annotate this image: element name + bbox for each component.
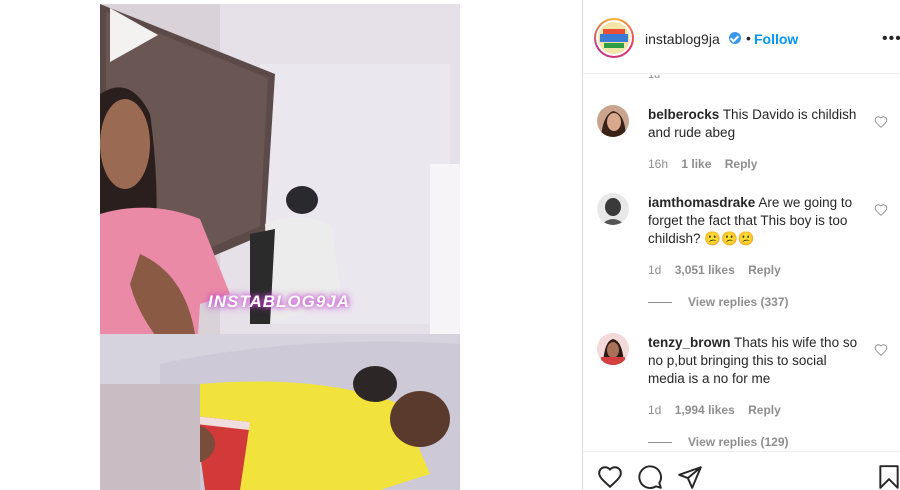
reply-button[interactable]: Reply	[725, 157, 758, 171]
comment-meta: 1d 1,994 likes Reply	[648, 403, 791, 417]
reply-button[interactable]: Reply	[748, 403, 781, 417]
view-replies-button[interactable]: View replies (129)	[648, 435, 789, 449]
heart-icon[interactable]	[597, 464, 623, 490]
bookmark-icon[interactable]	[876, 464, 900, 490]
follow-button[interactable]: Follow	[754, 31, 798, 47]
play-icon[interactable]	[100, 4, 162, 66]
comment-text: iamthomasdrake Are we going to forget th…	[648, 194, 863, 248]
comment-username[interactable]: belberocks	[648, 107, 719, 122]
avatar-ring	[596, 20, 632, 56]
comment-meta: 16h 1 like Reply	[648, 157, 767, 171]
view-replies-label: View replies (337)	[688, 295, 789, 309]
comment-icon[interactable]	[637, 464, 663, 490]
comment-username[interactable]: tenzy_brown	[648, 335, 731, 350]
profile-avatar[interactable]	[594, 18, 634, 58]
post-actions-bar	[583, 451, 900, 490]
video-watermark: INSTABLOG9JA	[208, 292, 351, 311]
comment-text: tenzy_brown Thats his wife tho so no p,b…	[648, 334, 863, 388]
comment-like-icon[interactable]	[874, 115, 888, 129]
comment-like-icon[interactable]	[874, 203, 888, 217]
logo-stripe-blue	[600, 34, 628, 42]
comment-time: 1d	[648, 263, 662, 277]
comment-time: 1d	[648, 403, 662, 417]
post-sidebar: instablog9ja • Follow ••• 1d belberocks …	[583, 0, 900, 490]
logo-stripe-green	[604, 43, 624, 48]
replies-divider-line	[648, 442, 672, 444]
comments-list: 1d belberocks This Davido is childish an…	[583, 75, 900, 450]
share-icon[interactable]	[677, 464, 703, 490]
comment-username[interactable]: iamthomasdrake	[648, 195, 755, 210]
comment-text: belberocks This Davido is childish and r…	[648, 106, 863, 142]
more-options-icon[interactable]: •••	[882, 30, 900, 48]
comment-like-icon[interactable]	[874, 343, 888, 357]
view-replies-button[interactable]: View replies (337)	[648, 295, 789, 309]
comment-likes[interactable]: 3,051 likes	[675, 263, 735, 277]
view-replies-label: View replies (129)	[688, 435, 789, 449]
comment-time: 16h	[648, 157, 669, 171]
media-pane: INSTABLOG9JA	[0, 0, 582, 490]
replies-divider-line	[648, 302, 672, 304]
instablog9ja-logo	[598, 22, 630, 54]
verified-badge-icon	[729, 32, 741, 44]
comment-likes[interactable]: 1,994 likes	[675, 403, 735, 417]
comment-meta: 1d 3,051 likes Reply	[648, 263, 791, 277]
comment-likes[interactable]: 1 like	[681, 157, 711, 171]
video-player[interactable]: INSTABLOG9JA	[100, 4, 460, 490]
header-separator: •	[746, 30, 751, 46]
header-username[interactable]: instablog9ja	[645, 31, 720, 47]
video-frame	[100, 4, 460, 490]
commenter-avatar[interactable]	[597, 105, 629, 137]
previous-comment-time: 1d	[648, 75, 661, 81]
commenter-avatar[interactable]	[597, 333, 629, 365]
commenter-avatar[interactable]	[597, 193, 629, 225]
reply-button[interactable]: Reply	[748, 263, 781, 277]
post-header: instablog9ja • Follow •••	[583, 0, 900, 74]
